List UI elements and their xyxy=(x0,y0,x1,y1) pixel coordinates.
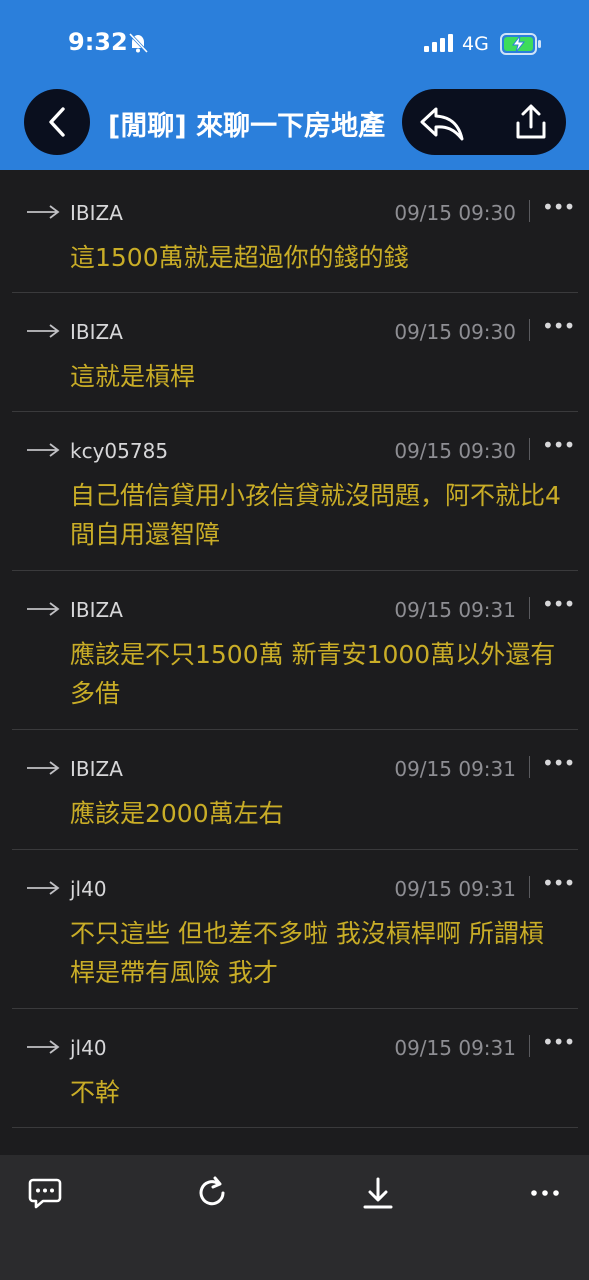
comment-row: IBIZA 09/15 09:31 ••• 應該是2000萬左右 xyxy=(12,730,578,850)
network-label: 4G xyxy=(462,33,489,55)
comment-row: IBIZA 09/15 09:30 ••• 這就是槓桿 xyxy=(12,293,578,412)
more-icon[interactable]: ••• xyxy=(542,435,575,460)
share-icon[interactable] xyxy=(512,103,550,141)
signal-icon xyxy=(424,34,453,52)
more-icon[interactable]: ••• xyxy=(542,594,575,619)
arrow-right-icon xyxy=(27,1040,60,1054)
comment-user[interactable]: kcy05785 xyxy=(70,439,168,463)
more-icon[interactable]: ••• xyxy=(542,1032,575,1057)
comment-user[interactable]: IBIZA xyxy=(70,201,123,225)
battery-charging-icon xyxy=(500,33,541,55)
arrow-right-icon xyxy=(27,881,60,895)
comment-time: 09/15 09:31 xyxy=(394,598,516,622)
header: 9:32 4G [閒聊] 來聊一下房地產 xyxy=(0,0,589,170)
comment-user[interactable]: jl40 xyxy=(70,877,107,901)
arrow-right-icon xyxy=(27,602,60,616)
comment-time: 09/15 09:31 xyxy=(394,1036,516,1060)
more-icon[interactable]: ••• xyxy=(542,753,575,778)
comment-time: 09/15 09:30 xyxy=(394,439,516,463)
comment-time: 09/15 09:30 xyxy=(394,201,516,225)
comment-user[interactable]: IBIZA xyxy=(70,320,123,344)
divider xyxy=(529,876,530,898)
divider xyxy=(529,756,530,778)
comment-user[interactable]: jl40 xyxy=(70,1036,107,1060)
comment-time: 09/15 09:31 xyxy=(394,877,516,901)
comment-text: 不只這些 但也差不多啦 我沒槓桿啊 所謂槓桿是帶有風險 我才 xyxy=(70,919,544,987)
divider xyxy=(529,200,530,222)
nav-bar: [閒聊] 來聊一下房地產 xyxy=(0,88,589,158)
comment-row: jl40 09/15 09:31 ••• 不幹 xyxy=(12,1009,578,1128)
comment-row: IBIZA 09/15 09:31 ••• 應該是不只1500萬 新青安1000… xyxy=(12,571,578,730)
status-bar: 9:32 4G xyxy=(0,0,589,80)
nav-actions xyxy=(402,89,566,155)
refresh-icon[interactable] xyxy=(194,1175,230,1211)
back-button[interactable] xyxy=(24,89,90,155)
divider xyxy=(529,438,530,460)
divider xyxy=(529,319,530,341)
comment-row: kcy05785 09/15 09:30 ••• 自己借信貸用小孩信貸就沒問題，… xyxy=(12,412,578,571)
arrow-right-icon xyxy=(27,205,60,219)
arrow-right-icon xyxy=(27,761,60,775)
comment-text: 應該是不只1500萬 新青安1000萬以外還有多借 xyxy=(70,640,556,708)
bell-off-icon xyxy=(128,32,149,54)
download-icon[interactable] xyxy=(360,1175,396,1211)
comment-text: 自己借信貸用小孩信貸就沒問題，阿不就比4間自用還智障 xyxy=(70,481,561,549)
divider xyxy=(529,597,530,619)
comment-text: 這就是槓桿 xyxy=(70,362,196,391)
comment-text: 這1500萬就是超過你的錢的錢 xyxy=(70,243,409,272)
bottom-toolbar xyxy=(0,1155,589,1280)
chevron-left-icon xyxy=(49,107,65,137)
comment-user[interactable]: IBIZA xyxy=(70,598,123,622)
more-icon[interactable]: ••• xyxy=(542,197,575,222)
arrow-right-icon xyxy=(27,443,60,457)
comment-user[interactable]: IBIZA xyxy=(70,757,123,781)
comment-time: 09/15 09:30 xyxy=(394,320,516,344)
comment-time: 09/15 09:31 xyxy=(394,757,516,781)
comment-text: 應該是2000萬左右 xyxy=(70,799,284,828)
more-icon[interactable]: ••• xyxy=(542,873,575,898)
comment-row: jl40 09/15 09:31 ••• 不只這些 但也差不多啦 我沒槓桿啊 所… xyxy=(12,850,578,1009)
reply-icon[interactable] xyxy=(418,103,466,143)
comment-text: 不幹 xyxy=(70,1078,121,1107)
more-icon[interactable] xyxy=(527,1175,563,1211)
divider xyxy=(529,1035,530,1057)
page-title: [閒聊] 來聊一下房地產 xyxy=(108,111,386,142)
status-time: 9:32 xyxy=(68,28,128,56)
comment-icon[interactable] xyxy=(27,1175,63,1211)
more-icon[interactable]: ••• xyxy=(542,316,575,341)
arrow-right-icon xyxy=(27,324,60,338)
comment-row: IBIZA 09/15 09:30 ••• 這1500萬就是超過你的錢的錢 xyxy=(12,174,578,293)
